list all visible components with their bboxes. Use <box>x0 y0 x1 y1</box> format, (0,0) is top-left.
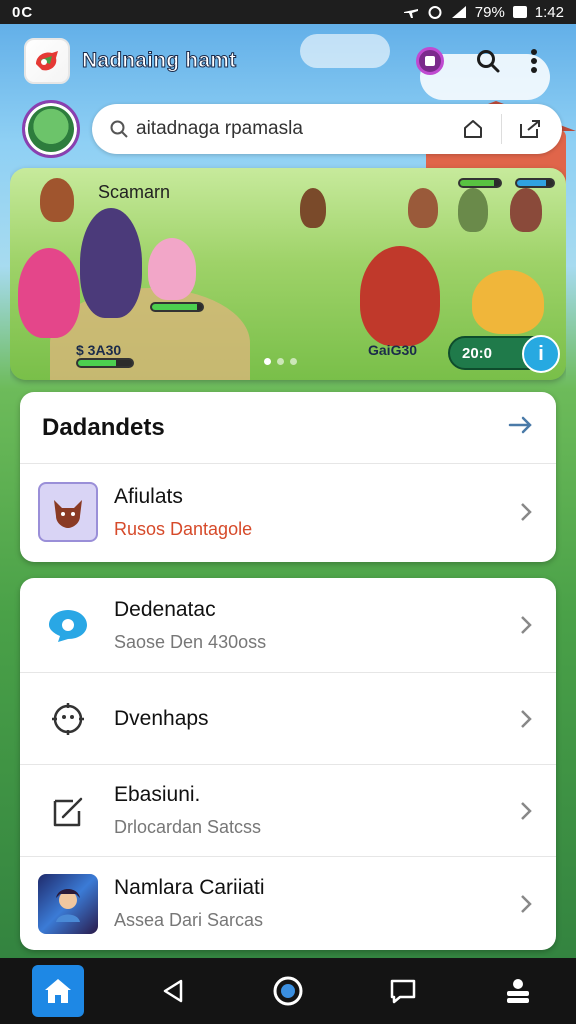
carousel-dot[interactable] <box>290 358 297 365</box>
edit-box-icon <box>38 781 98 841</box>
game-thumbnail <box>38 873 98 934</box>
app-window: Nadnaing hamt aitadnaga rpamasla Scamarn… <box>10 26 566 956</box>
fox-thumbnail <box>38 482 98 542</box>
search-icon <box>477 50 500 73</box>
character-knight <box>80 208 142 318</box>
recents-button[interactable] <box>377 965 429 1017</box>
back-triangle-icon <box>163 979 183 1003</box>
home-circle-button[interactable] <box>262 965 314 1017</box>
app-top-bar: Nadnaing hamt <box>10 26 566 96</box>
search-bar <box>92 104 562 154</box>
score-pill: 20:0 i <box>448 335 560 373</box>
status-bar: 0C 79% 1:42 <box>0 0 576 24</box>
app-logo[interactable] <box>24 38 70 84</box>
featured-card: Dadandets Afiulats Rusos Dantagole <box>20 392 556 562</box>
status-right: 79% 1:42 <box>403 4 564 21</box>
info-icon: i <box>538 342 544 365</box>
puzzle-gear-icon <box>38 689 98 749</box>
carousel-dot[interactable] <box>264 358 271 365</box>
list-item-subtitle: Assea Dari Sarcas <box>114 910 264 930</box>
search-row <box>22 98 562 160</box>
chevron-right-icon <box>514 799 538 823</box>
more-options-button[interactable] <box>516 43 552 79</box>
back-button[interactable] <box>147 965 199 1017</box>
character-small-2 <box>300 188 326 228</box>
profile-icon <box>507 979 530 1003</box>
arrow-right-icon <box>508 416 532 434</box>
character-small-1 <box>40 178 74 222</box>
list-item-title: Afiulats <box>114 484 183 508</box>
see-all-button[interactable] <box>508 415 534 440</box>
chat-bubble-icon <box>38 595 98 655</box>
featured-card-heading: Dadandets <box>42 413 165 441</box>
home-circle-icon <box>273 976 303 1006</box>
home-icon <box>44 979 71 1003</box>
recents-icon <box>390 979 416 1004</box>
avatar[interactable] <box>22 100 80 158</box>
list-item-title: Namlara Cariiati <box>114 876 265 899</box>
chevron-right-icon <box>514 613 538 637</box>
hp-bar <box>458 178 502 188</box>
featured-game-banner[interactable]: Scamarn $ 3A30 GaiG30 20:0 i <box>10 168 566 380</box>
list-item-subtitle: Saose Den 430oss <box>114 631 267 652</box>
home-button[interactable] <box>31 965 84 1017</box>
app-logo-icon <box>36 51 58 71</box>
more-vertical-icon <box>531 49 537 73</box>
list-item-subtitle: Drlocardan Satcss <box>114 817 262 837</box>
airplane-icon <box>403 9 418 18</box>
profile-button[interactable] <box>492 965 544 1017</box>
hp-bar <box>76 358 134 368</box>
chevron-right-icon <box>514 707 538 731</box>
gift-icon <box>416 47 444 75</box>
chevron-right-icon <box>514 500 538 524</box>
character-small-3 <box>408 188 438 228</box>
banner-right-label: GaiG30 <box>368 342 418 358</box>
list-item-title: Dedenatac <box>114 597 216 621</box>
list-item-subtitle: Rusos Dantagole <box>114 518 253 539</box>
status-notification-text: 0C <box>12 3 34 21</box>
info-button[interactable]: i <box>522 335 560 373</box>
list-item[interactable]: Dvenhaps <box>20 673 556 765</box>
home-shortcut-button[interactable] <box>455 111 491 147</box>
featured-card-header: Dadandets <box>20 392 556 464</box>
list-item[interactable]: Namlara Cariiati Assea Dari Sarcas <box>20 857 556 950</box>
gift-button[interactable] <box>412 43 448 79</box>
score-value: 20:0 <box>462 344 493 362</box>
alarm-icon <box>428 6 442 19</box>
share-box-icon <box>520 120 540 138</box>
character-cowboy <box>360 246 440 346</box>
character-beast <box>472 270 544 334</box>
character-small-5 <box>510 188 542 232</box>
hp-bar <box>515 178 555 188</box>
menu-list-card: Dedenatac Saose Den 430oss Dvenhaps Ebas… <box>20 578 556 950</box>
battery-icon <box>512 6 527 18</box>
search-field-icon <box>106 116 132 142</box>
list-item[interactable]: Ebasiuni. Drlocardan Satcss <box>20 765 556 857</box>
hp-bar <box>150 302 204 312</box>
app-title: Nadnaing hamt <box>81 49 237 73</box>
character-small-4 <box>458 188 488 232</box>
list-item[interactable]: Afiulats Rusos Dantagole <box>20 464 556 560</box>
carousel-indicator <box>264 358 297 365</box>
bottom-navigation-bar <box>0 958 576 1024</box>
search-input[interactable] <box>136 118 455 140</box>
home-outline-icon <box>464 120 482 138</box>
character-cat <box>148 238 196 300</box>
banner-title: Scamarn <box>98 182 171 202</box>
list-item-title: Dvenhaps <box>114 706 209 730</box>
signal-icon <box>451 6 466 18</box>
carousel-dot[interactable] <box>277 358 284 365</box>
search-divider <box>501 114 502 144</box>
clock: 1:42 <box>534 3 564 21</box>
chevron-right-icon <box>514 892 538 916</box>
search-button[interactable] <box>470 43 506 79</box>
share-button[interactable] <box>512 111 548 147</box>
status-left: 0C <box>12 4 33 21</box>
list-item-title: Ebasiuni. <box>114 783 201 806</box>
character-hero-left <box>18 248 80 338</box>
banner-left-label: $ 3A30 <box>76 342 122 358</box>
battery-percent: 79% <box>474 3 505 21</box>
list-item[interactable]: Dedenatac Saose Den 430oss <box>20 578 556 673</box>
